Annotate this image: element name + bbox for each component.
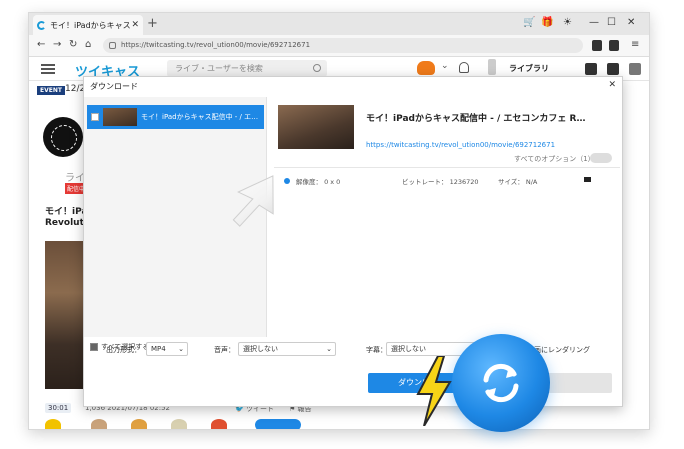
event-badge[interactable]: EVENT [37, 86, 65, 95]
lock-icon [109, 42, 116, 49]
user-avatar[interactable] [417, 61, 435, 75]
theme-toggle-icon[interactable]: ☀ [563, 16, 572, 30]
back-icon[interactable]: ← [37, 39, 45, 51]
tab-bar: モイ！iPadからキャス ✕ + 🛒 🎁 ☀ — ☐ ✕ [29, 13, 649, 35]
stamp-row [45, 419, 345, 429]
chevron-down-icon: ⌄ [326, 345, 332, 353]
download-icon[interactable] [585, 63, 597, 75]
cart-icon[interactable]: 🛒 [523, 16, 535, 30]
document-icon[interactable] [488, 59, 496, 75]
url-text: https://twitcasting.tv/revol_ution00/mov… [121, 41, 311, 49]
lightning-icon [416, 356, 452, 426]
close-tab-icon[interactable]: ✕ [131, 20, 139, 30]
minimize-icon[interactable]: — [589, 16, 599, 30]
menu-icon[interactable]: ≡ [631, 39, 639, 51]
maximize-icon[interactable]: ☐ [607, 16, 616, 30]
video-thumbnail [278, 105, 354, 149]
item-checkbox[interactable] [91, 113, 99, 121]
video-format-icon [584, 177, 591, 182]
twitcasting-favicon-icon [37, 20, 46, 30]
notification-bell-icon[interactable] [459, 62, 469, 73]
search-placeholder: ライブ・ユーザーを検索 [175, 64, 263, 73]
stamp-icon[interactable] [211, 419, 227, 429]
item-label: モイ！iPadからキャス配信中 - / エ… [141, 113, 259, 121]
video-title: モイ！iPadからキャス配信中 - / エセコンカフェ R… [366, 114, 586, 124]
stamp-icon[interactable] [171, 419, 187, 429]
channel-name-partial: ライ [65, 173, 85, 184]
stamp-button[interactable] [255, 419, 301, 429]
forward-icon[interactable]: → [53, 39, 61, 51]
stamp-icon[interactable] [131, 419, 147, 429]
download-detail: モイ！iPadからキャス配信中 - / エセコンカフェ R… https://t… [274, 97, 620, 337]
extension-lock-icon[interactable] [592, 40, 602, 51]
hamburger-menu-icon[interactable] [41, 64, 55, 74]
library-button[interactable]: ライブラリ [509, 63, 549, 74]
subtitle-value: 選択しない [391, 345, 426, 353]
tab-title: モイ！iPadからキャス [50, 20, 131, 30]
video-icon[interactable] [607, 63, 619, 75]
audio-value: 選択しない [243, 345, 278, 353]
dialog-title: ダウンロード [90, 82, 138, 91]
stamp-icon[interactable] [91, 419, 107, 429]
extension-camera-icon[interactable] [609, 40, 619, 51]
dialog-close-icon[interactable]: ✕ [608, 80, 616, 90]
close-window-icon[interactable]: ✕ [627, 16, 635, 30]
web-page: ツイキャス ライブ・ユーザーを検索 ⌄ ライブラリ EVENT 12/2 ライ … [29, 57, 649, 429]
convert-refresh-icon [452, 334, 550, 432]
browser-window: モイ！iPadからキャス ✕ + 🛒 🎁 ☀ — ☐ ✕ ← → ↻ ⌂ htt… [28, 12, 650, 430]
all-options-toggle[interactable] [590, 153, 612, 163]
search-icon[interactable] [313, 64, 321, 72]
duration-badge: 30:01 [45, 403, 72, 413]
radio-selected-icon[interactable] [284, 178, 290, 184]
divider [274, 167, 620, 168]
browser-tab[interactable]: モイ！iPadからキャス ✕ [33, 15, 143, 35]
audio-select[interactable]: 選択しない ⌄ [238, 342, 336, 356]
chevron-down-icon[interactable]: ⌄ [441, 61, 449, 71]
refresh-arrows-icon [483, 363, 519, 403]
output-format-value: MP4 [151, 345, 166, 353]
size-text: サイズ： N/A [498, 178, 538, 186]
channel-logo[interactable] [43, 117, 83, 157]
bitrate-text: ビットレート： 1236720 [402, 178, 479, 186]
mouse-cursor-icon [232, 175, 274, 227]
resolution-text: 解像度： 0 x 0 [296, 178, 341, 186]
url-bar[interactable]: https://twitcasting.tv/revol_ution00/mov… [103, 38, 583, 53]
star-stamp-icon[interactable] [45, 419, 61, 429]
chevron-down-icon: ⌄ [178, 345, 184, 353]
reload-icon[interactable]: ↻ [69, 39, 77, 51]
output-format-select[interactable]: MP4 ⌄ [146, 342, 188, 356]
new-tab-icon[interactable]: + [147, 17, 158, 31]
arrow-icon[interactable] [629, 63, 641, 75]
home-icon[interactable]: ⌂ [85, 39, 91, 51]
download-list-item[interactable]: モイ！iPadからキャス配信中 - / エ… [87, 105, 264, 129]
all-options-label: すべてのオプション（1） [514, 155, 595, 163]
gift-icon[interactable]: 🎁 [541, 16, 553, 30]
address-toolbar: ← → ↻ ⌂ https://twitcasting.tv/revol_uti… [29, 35, 649, 57]
site-search-input[interactable]: ライブ・ユーザーを検索 [167, 60, 327, 77]
format-row[interactable]: 解像度： 0 x 0 ビットレート： 1236720 サイズ： N/A [284, 176, 614, 188]
item-thumbnail [103, 108, 137, 126]
video-url-link[interactable]: https://twitcasting.tv/revol_ution00/mov… [366, 141, 555, 149]
audio-label: 音声： [214, 346, 235, 354]
channel-sidebar: ライ 配信中 モイ！iPa Revolut [29, 101, 91, 429]
screenshot-stage: モイ！iPadからキャス ✕ + 🛒 🎁 ☀ — ☐ ✕ ← → ↻ ⌂ htt… [0, 0, 684, 449]
output-format-label: 出力形式： [106, 346, 141, 354]
subtitle-label: 字幕： [366, 346, 387, 354]
